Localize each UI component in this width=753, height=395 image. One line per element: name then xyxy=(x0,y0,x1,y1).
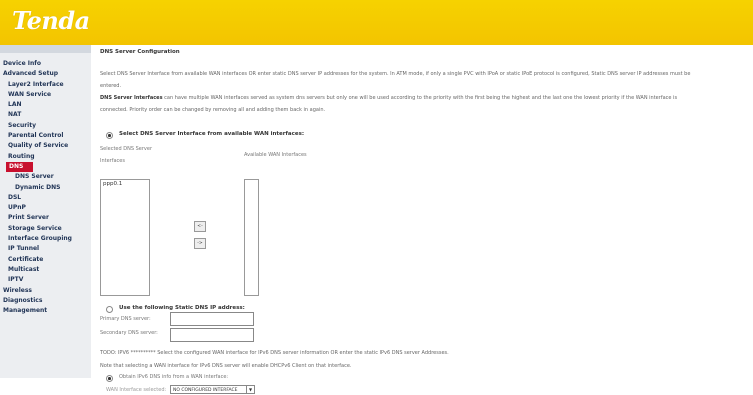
sidebar-item-management[interactable]: Management xyxy=(0,306,91,316)
selected-interface-item[interactable]: ppp0.1 xyxy=(101,180,149,188)
header-bar: Tenda xyxy=(0,0,753,45)
sidebar-item-parental-control[interactable]: Parental Control xyxy=(0,131,91,141)
selected-interfaces-label-1: Selected DNS Server xyxy=(100,146,153,152)
sidebar-item-ip-tunnel[interactable]: IP Tunnel xyxy=(0,244,91,254)
sidebar-item-interface-grouping[interactable]: Interface Grouping xyxy=(0,234,91,244)
primary-dns-label: Primary DNS server: xyxy=(100,316,151,322)
selected-interfaces-label-2: Interfaces xyxy=(100,158,125,164)
sidebar-item-wan-service[interactable]: WAN Service xyxy=(0,90,91,100)
available-interfaces-list[interactable] xyxy=(244,179,259,296)
sidebar-top-band xyxy=(0,45,91,53)
radio-wan-interface[interactable] xyxy=(106,132,113,139)
sidebar-item-storage-service[interactable]: Storage Service xyxy=(0,224,91,234)
main-content: DNS Server Configuration Select DNS Serv… xyxy=(100,45,753,394)
tenda-logo: Tenda xyxy=(12,6,90,35)
option-static-dns-label: Use the following Static DNS IP address: xyxy=(119,305,245,311)
move-right-button[interactable]: -> xyxy=(194,238,206,249)
sidebar-item-quality-of-service[interactable]: Quality of Service xyxy=(0,141,91,151)
intro-line-3: DNS Server Interfaces can have multiple … xyxy=(100,93,750,103)
wan-interface-select-value: NO CONFIGURED INTERFACE xyxy=(173,388,238,393)
option-wan-interface-label: Select DNS Server Interface from availab… xyxy=(119,131,305,137)
sidebar-item-routing[interactable]: Routing xyxy=(0,152,91,162)
sidebar-item-multicast[interactable]: Multicast xyxy=(0,265,91,275)
intro-bold-term: DNS Server Interfaces xyxy=(100,95,163,101)
dropdown-arrow-icon: ▼ xyxy=(246,386,254,393)
sidebar-item-device-info[interactable]: Device Info xyxy=(0,59,91,69)
available-interfaces-label: Available WAN Interfaces xyxy=(244,152,307,158)
sidebar-item-iptv[interactable]: IPTV xyxy=(0,275,91,285)
sidebar-item-dsl[interactable]: DSL xyxy=(0,193,91,203)
sidebar-item-certificate[interactable]: Certificate xyxy=(0,255,91,265)
radio-static-dns[interactable] xyxy=(106,306,113,313)
ipv6-option-label: Obtain IPv6 DNS info from a WAN interfac… xyxy=(119,374,229,380)
sidebar-nav: Device Info Advanced Setup Layer2 Interfac… xyxy=(0,59,91,316)
wan-interface-select[interactable]: NO CONFIGURED INTERFACE ▼ xyxy=(170,385,255,394)
intro-line-1: Select DNS Server Interface from availab… xyxy=(100,71,691,77)
sidebar-item-advanced-setup[interactable]: Advanced Setup xyxy=(0,69,91,79)
selected-interfaces-list[interactable]: ppp0.1 xyxy=(100,179,150,296)
sidebar-item-lan[interactable]: LAN xyxy=(0,100,91,110)
sidebar-item-dynamic-dns[interactable]: Dynamic DNS xyxy=(0,183,91,193)
sidebar-item-layer2-interface[interactable]: Layer2 Interface xyxy=(0,80,91,90)
sidebar-item-security[interactable]: Security xyxy=(0,121,91,131)
sidebar-item-nat[interactable]: NAT xyxy=(0,110,91,120)
primary-dns-input[interactable] xyxy=(170,312,254,326)
sidebar-item-print-server[interactable]: Print Server xyxy=(0,213,91,223)
wan-interface-selected-label: WAN Interface selected: xyxy=(106,387,167,393)
sidebar-item-upnp[interactable]: UPnP xyxy=(0,203,91,213)
radio-ipv6-wan[interactable] xyxy=(106,375,113,382)
move-left-button[interactable]: <- xyxy=(194,221,206,232)
sidebar-item-dns[interactable]: DNS xyxy=(6,161,33,173)
intro-line-3-text: can have multiple WAN interfaces served … xyxy=(162,95,678,101)
sidebar-item-wireless[interactable]: Wireless xyxy=(0,286,91,296)
page-title: DNS Server Configuration xyxy=(100,49,180,55)
ipv6-info-line-2: Note that selecting a WAN interface for … xyxy=(100,363,352,369)
secondary-dns-input[interactable] xyxy=(170,328,254,342)
sidebar-item-diagnostics[interactable]: Diagnostics xyxy=(0,296,91,306)
intro-line-4: connected. Priority order can be changed… xyxy=(100,107,326,113)
sidebar-item-dns-server[interactable]: DNS Server xyxy=(0,172,91,182)
ipv6-info-line-1: TODO: IPV6 ********** Select the configu… xyxy=(100,350,449,356)
secondary-dns-label: Secondary DNS server: xyxy=(100,330,158,336)
sidebar: Device Info Advanced Setup Layer2 Interfac… xyxy=(0,45,91,378)
intro-line-2: entered. xyxy=(100,83,122,89)
